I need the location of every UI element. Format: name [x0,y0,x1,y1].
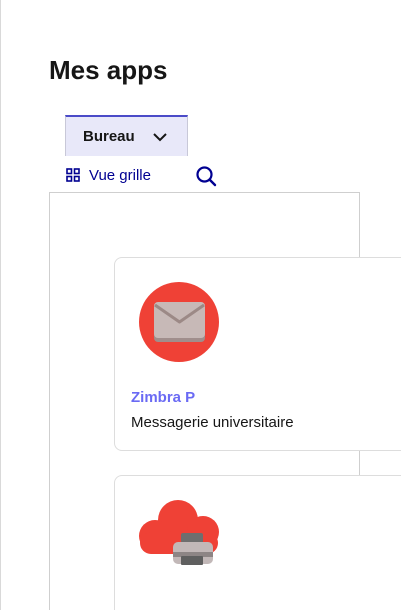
app-card[interactable]: Zimbra P Messagerie universitaire [114,257,401,451]
tab-label: Bureau [83,128,135,145]
page: Mes apps Bureau Vue grille Zimbra P Mess… [0,0,401,610]
app-description: Messagerie universitaire [131,414,294,431]
search-icon [196,166,217,187]
cloud-printer-icon [139,500,219,565]
grid-icon [66,168,80,182]
mail-icon [139,282,219,362]
page-title: Mes apps [49,55,168,85]
app-name: Zimbra P [131,389,196,406]
search-button[interactable] [195,165,217,187]
grid-view-toggle[interactable]: Vue grille [66,165,151,185]
app-card[interactable] [114,475,401,610]
grid-view-label: Vue grille [89,166,151,184]
tab-bureau[interactable]: Bureau [65,115,188,156]
window-left-border [0,0,1,610]
chevron-down-icon [153,133,167,142]
